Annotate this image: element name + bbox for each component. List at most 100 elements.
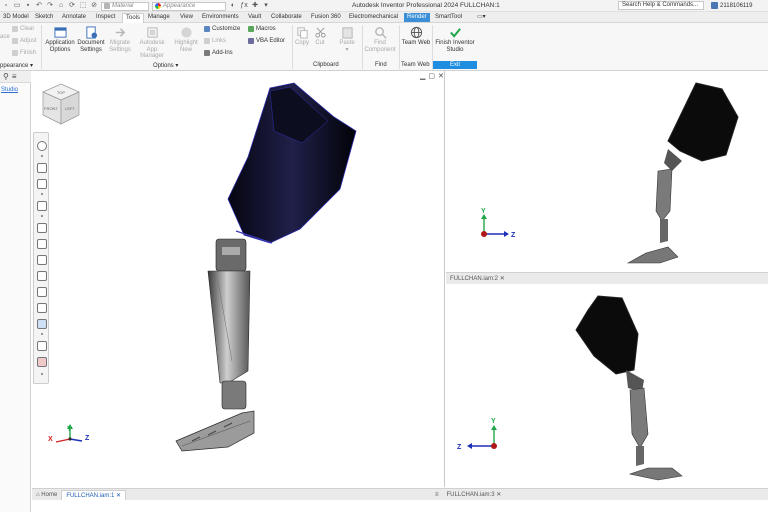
orbit-icon[interactable] xyxy=(37,201,47,211)
tab-annotate[interactable]: Annotate xyxy=(59,13,89,22)
doc-tab-fullchan-2[interactable]: FULLCHAN.iam:2 ✕ xyxy=(446,274,509,284)
pan-icon[interactable] xyxy=(37,163,47,173)
axis-y-label: Y xyxy=(491,418,496,425)
ribbon: ace Clear Adjust Finish ppearance ▾ Appl… xyxy=(0,23,768,71)
restore-icon[interactable]: ▢ xyxy=(428,72,435,80)
vba-editor-button[interactable]: VBA Editor xyxy=(248,38,285,44)
browser-search-icon[interactable]: ⚲ xyxy=(3,72,9,81)
top-right-viewport[interactable]: Y Z xyxy=(446,71,768,272)
save-icon[interactable]: ▪ xyxy=(24,2,32,10)
close-tab-icon[interactable]: ✕ xyxy=(116,493,121,499)
tab-fusion-360[interactable]: Fusion 360 xyxy=(308,13,344,22)
fit-icon[interactable] xyxy=(37,287,47,297)
camera-icon[interactable] xyxy=(37,357,47,367)
finish-button[interactable]: Finish xyxy=(12,50,36,56)
tab-render[interactable]: Render xyxy=(404,13,430,22)
tab-inspect[interactable]: Inspect xyxy=(93,13,118,22)
bottom-right-viewport[interactable]: Y Z xyxy=(446,284,768,488)
select-icon[interactable]: ⬚ xyxy=(79,2,87,10)
viewcube-front-label: FRONT xyxy=(44,106,58,111)
zoom-window-icon[interactable] xyxy=(37,239,47,249)
macros-button[interactable]: Macros xyxy=(248,26,276,32)
links-button[interactable]: Links xyxy=(204,38,226,44)
tab-vault[interactable]: Vault xyxy=(245,13,264,22)
tab-view[interactable]: View xyxy=(177,13,196,22)
options-panel-label[interactable]: Options ▾ xyxy=(153,62,178,69)
tab-electromechanical[interactable]: Electromechanical xyxy=(346,13,401,22)
browser-studio-node[interactable]: Studio xyxy=(1,87,18,93)
home-tab[interactable]: ⌂ Home xyxy=(32,490,61,500)
new-file-icon[interactable]: ▫ xyxy=(2,2,10,10)
customize-button[interactable]: Customize xyxy=(204,26,240,32)
addins-button[interactable]: Add-Ins xyxy=(204,50,233,56)
measure-icon[interactable]: ✚ xyxy=(251,2,259,10)
look-at-icon[interactable] xyxy=(37,223,47,233)
app-title: Autodesk Inventor Professional 2024 FULL… xyxy=(352,2,500,9)
appearance-panel-label[interactable]: ppearance ▾ xyxy=(0,62,33,69)
copy-button[interactable]: Copy xyxy=(294,26,310,47)
free-orbit-icon[interactable] xyxy=(37,319,47,329)
nav-dropdown-icon[interactable] xyxy=(41,155,43,157)
tab-smarttool[interactable]: SmartTool xyxy=(432,13,465,22)
cut-button[interactable]: Cut xyxy=(312,26,328,47)
view-face-icon[interactable] xyxy=(37,303,47,313)
highlight-new-button[interactable]: Highlight New xyxy=(171,26,201,53)
material-combo[interactable]: Material xyxy=(101,1,149,11)
main-viewport[interactable]: TOP FRONT LEFT X Y Z xyxy=(32,71,445,487)
doc-tab-fullchan-3[interactable]: FULLCHAN.iam:3 ✕ xyxy=(443,490,506,500)
zoom-selected-icon[interactable] xyxy=(37,271,47,281)
tab-overflow-icon[interactable]: ▭▾ xyxy=(474,13,489,22)
document-settings-button[interactable]: Document Settings xyxy=(76,26,106,53)
close-tab-icon[interactable]: ✕ xyxy=(496,492,501,498)
browser-menu-icon[interactable]: ≡ xyxy=(12,72,17,81)
tab-collaborate[interactable]: Collaborate xyxy=(268,13,305,22)
tab-3d-model[interactable]: 3D Model xyxy=(0,13,32,22)
update-icon[interactable]: ⟳ xyxy=(68,2,76,10)
vba-editor-icon xyxy=(248,38,254,44)
qat-dropdown-icon[interactable]: ▾ xyxy=(262,2,270,10)
doc-tab-fullchan-1[interactable]: FULLCHAN.iam:1 ✕ xyxy=(61,489,127,500)
paste-icon xyxy=(341,27,353,39)
user-account[interactable]: 2118106119 xyxy=(711,2,752,9)
copy-icon xyxy=(296,27,308,39)
parameters-icon[interactable]: ƒx xyxy=(240,2,248,10)
main-doc-tabs: ⌂ Home FULLCHAN.iam:1 ✕ xyxy=(32,488,445,500)
team-web-button[interactable]: Team Web xyxy=(400,26,432,47)
appearance-combo[interactable]: Appearance xyxy=(152,1,226,11)
home-icon[interactable]: ⌂ xyxy=(57,2,65,10)
paste-button[interactable]: Paste ▾ xyxy=(338,26,356,53)
close-tab-icon[interactable]: ✕ xyxy=(500,276,505,282)
color-override-icon[interactable]: ◐ xyxy=(229,2,237,10)
viewcube[interactable]: TOP FRONT LEFT xyxy=(42,83,80,125)
zoom-icon[interactable] xyxy=(37,179,47,189)
clipboard-panel-label: Clipboard xyxy=(313,62,339,68)
app-manager-button[interactable]: Autodesk App Manager xyxy=(134,26,170,60)
find-component-button[interactable]: Find Component xyxy=(363,26,397,53)
scissors-icon xyxy=(314,27,326,38)
navigation-bar xyxy=(33,132,49,384)
steering-wheel-icon[interactable] xyxy=(37,141,47,151)
tab-tools[interactable]: Tools xyxy=(122,13,145,23)
nav-dropdown-icon[interactable] xyxy=(41,215,43,217)
finish-inventor-studio-button[interactable]: Finish Inventor Studio xyxy=(433,26,477,53)
tab-manage[interactable]: Manage xyxy=(145,13,173,22)
adjust-button[interactable]: Adjust xyxy=(12,38,37,44)
undo-icon[interactable]: ↶ xyxy=(35,2,43,10)
open-file-icon[interactable]: ▭ xyxy=(13,2,21,10)
tab-sketch[interactable]: Sketch xyxy=(32,13,56,22)
nav-dropdown-icon[interactable] xyxy=(41,373,43,375)
nav-dropdown-icon[interactable] xyxy=(41,333,43,335)
constrained-orbit-icon[interactable] xyxy=(37,341,47,351)
tab-environments[interactable]: Environments xyxy=(199,13,242,22)
migrate-settings-button[interactable]: Migrate Settings xyxy=(106,26,134,53)
application-options-button[interactable]: Application Options xyxy=(44,26,76,53)
clear-button[interactable]: Clear xyxy=(12,26,34,32)
help-search-input[interactable]: Search Help & Commands... xyxy=(618,1,704,10)
tabs-menu-icon[interactable]: ≡ xyxy=(431,490,443,500)
redo-icon[interactable]: ↷ xyxy=(46,2,54,10)
nav-dropdown-icon[interactable] xyxy=(41,193,43,195)
close-icon[interactable]: ✕ xyxy=(438,72,444,80)
zoom-all-icon[interactable] xyxy=(37,255,47,265)
minimize-icon[interactable]: ▁ xyxy=(420,72,425,80)
cancel-icon[interactable]: ⊘ xyxy=(90,2,98,10)
